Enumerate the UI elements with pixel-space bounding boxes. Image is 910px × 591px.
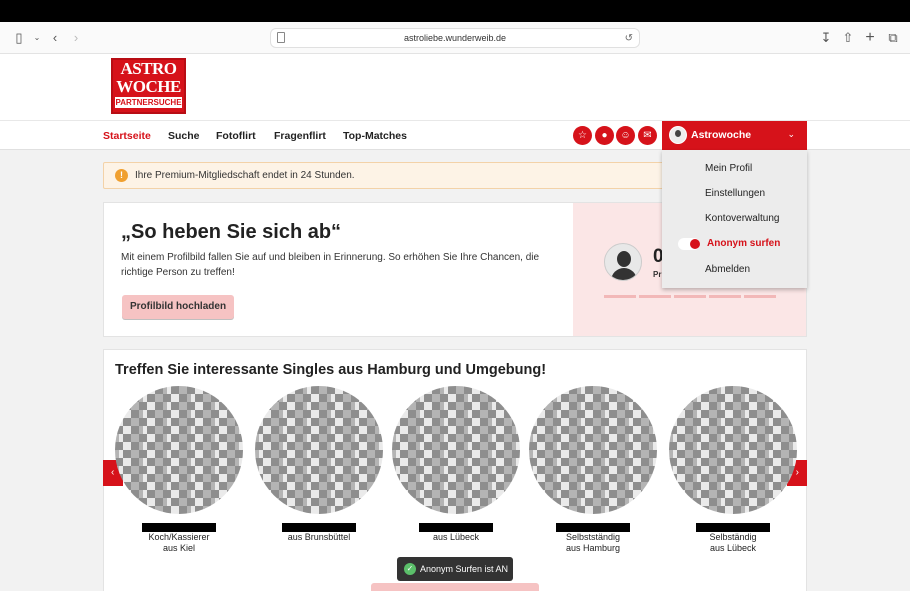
single-info-line-1: aus Lübeck [432, 532, 480, 542]
upload-photo-button[interactable]: Profilbild hochladen [122, 295, 234, 319]
system-top-bar [0, 0, 910, 22]
page-icon [277, 32, 285, 43]
menu-item-abmelden[interactable]: Abmelden [705, 264, 750, 275]
address-bar[interactable]: astroliebe.wunderweib.de ↺ [270, 28, 640, 48]
singles-carousel-card: Treffen Sie interessante Singles aus Ham… [103, 349, 807, 591]
menu-item-kontoverwaltung[interactable]: Kontoverwaltung [705, 213, 780, 224]
back-icon[interactable]: ‹ [47, 30, 63, 46]
redacted-name [142, 523, 216, 532]
progress-segment [709, 295, 741, 298]
nav-item-fragenflirt[interactable]: Fragenflirt [274, 130, 326, 142]
single-info-line-2: aus Hamburg [565, 543, 621, 553]
download-icon[interactable]: ↧ [818, 30, 834, 46]
single-info-line-2: aus Kiel [162, 543, 196, 553]
favorites-icon[interactable]: ☆ [573, 126, 592, 145]
menu-item-einstellungen[interactable]: Einstellungen [705, 188, 765, 199]
url-text: astroliebe.wunderweib.de [403, 33, 507, 43]
redacted-name [556, 523, 630, 532]
visitors-icon[interactable]: ● [595, 126, 614, 145]
nav-item-suche[interactable]: Suche [168, 130, 200, 142]
progress-segment [604, 295, 636, 298]
redacted-name [419, 523, 493, 532]
progress-segment [674, 295, 706, 298]
share-icon[interactable]: ⇧ [840, 30, 856, 46]
mail-icon[interactable]: ✉ [638, 126, 657, 145]
astrowoche-logo[interactable]: ASTRO WOCHE PARTNERSUCHE [111, 58, 186, 114]
check-icon: ✓ [404, 563, 416, 575]
premium-notice: ! Ihre Premium-Mitgliedschaft endet in 2… [103, 162, 703, 189]
redacted-name [282, 523, 356, 532]
profile-count-label: Pr [653, 270, 662, 279]
single-info-line-1: Koch/Kassierer [148, 532, 210, 542]
sidebar-icon[interactable]: ▯ [11, 30, 27, 46]
chevron-down-icon: ⌄ [787, 129, 795, 139]
card-description: Mit einem Profilbild fallen Sie auf und … [121, 252, 540, 278]
account-dropdown: Mein Profil Einstellungen Kontoverwaltun… [662, 150, 807, 288]
single-info-line-1: Selbständig [709, 532, 757, 542]
single-card[interactable]: aus Brunsbüttel [254, 386, 384, 543]
new-tab-icon[interactable]: + [862, 30, 878, 46]
main-nav: Startseite Suche Fotoflirt Fragenflirt T… [0, 120, 910, 151]
translate-icon[interactable]: ↺ [625, 30, 633, 48]
progress-segment [744, 295, 776, 298]
account-name: Astrowoche [691, 129, 752, 141]
chevron-down-icon[interactable]: ⌄ [29, 30, 45, 46]
site-header: ASTRO WOCHE PARTNERSUCHE [0, 54, 910, 120]
avatar [604, 243, 642, 281]
avatar-head [617, 251, 631, 267]
menu-item-anonym-surfen[interactable]: Anonym surfen [707, 238, 780, 249]
single-photo [392, 386, 520, 514]
forward-icon[interactable]: › [68, 30, 84, 46]
logo-line-3: PARTNERSUCHE [115, 97, 182, 108]
single-info-line-1: Selbstständig [565, 532, 621, 542]
smiley-icon[interactable]: ☺ [616, 126, 635, 145]
logo-line-1: ASTRO [120, 59, 177, 78]
nav-item-top-matches[interactable]: Top-Matches [343, 130, 407, 142]
card-title: „So heben Sie sich ab“ [121, 221, 342, 243]
notice-text: Ihre Premium-Mitgliedschaft endet in 24 … [135, 170, 355, 181]
single-card[interactable]: Koch/Kassierer aus Kiel [114, 386, 244, 554]
profile-photo-prompt: „So heben Sie sich ab“ Mit einem Profilb… [104, 203, 573, 336]
single-info-line-2: aus Lübeck [709, 543, 757, 553]
toast-notification: ✓ Anonym Surfen ist AN [397, 557, 513, 581]
browser-toolbar: ▯ ⌄ ‹ › astroliebe.wunderweib.de ↺ ↧ ⇧ +… [0, 22, 910, 54]
toast-text: Anonym Surfen ist AN [420, 564, 509, 574]
single-card[interactable]: Selbständig aus Lübeck [668, 386, 798, 554]
warning-icon: ! [115, 169, 128, 182]
menu-item-mein-profil[interactable]: Mein Profil [705, 163, 752, 174]
single-photo [669, 386, 797, 514]
single-photo [115, 386, 243, 514]
single-info-line-1: aus Brunsbüttel [287, 532, 351, 542]
single-photo [255, 386, 383, 514]
nav-item-fotoflirt[interactable]: Fotoflirt [216, 130, 256, 142]
anonym-toggle[interactable] [678, 238, 700, 250]
partial-button[interactable] [371, 583, 539, 591]
avatar [669, 126, 687, 144]
nav-item-startseite[interactable]: Startseite [103, 130, 151, 142]
toggle-knob [690, 239, 700, 249]
progress-segment [639, 295, 671, 298]
tabs-overview-icon[interactable]: ⧉ [885, 30, 901, 46]
single-card[interactable]: aus Lübeck [391, 386, 521, 543]
avatar-body [611, 268, 637, 280]
logo-line-2: WOCHE [116, 77, 181, 96]
redacted-name [696, 523, 770, 532]
single-photo [529, 386, 657, 514]
account-menu-button[interactable]: Astrowoche ⌄ [662, 121, 807, 151]
singles-title: Treffen Sie interessante Singles aus Ham… [115, 362, 547, 378]
single-card[interactable]: Selbstständig aus Hamburg [528, 386, 658, 554]
